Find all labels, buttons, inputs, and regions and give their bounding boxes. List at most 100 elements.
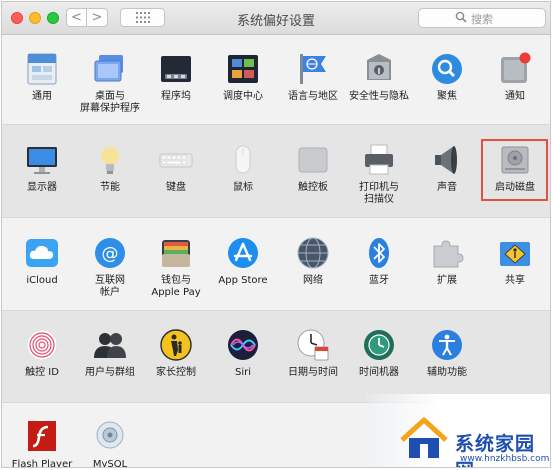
keyboard-icon <box>159 143 193 177</box>
users-groups-icon <box>93 328 127 362</box>
pref-mission-control[interactable]: 调度中心 <box>208 52 278 103</box>
pref-keyboard[interactable]: 键盘 <box>141 143 211 194</box>
pref-label: 通知 <box>505 91 525 102</box>
icloud-icon <box>25 236 59 270</box>
mouse-icon <box>226 143 260 177</box>
printers-scanners-icon <box>362 143 396 177</box>
energy-saver-icon <box>93 143 127 177</box>
pref-label: Siri <box>234 367 251 378</box>
pref-label: 打印机与 扫描仪 <box>359 182 399 205</box>
pref-bluetooth[interactable]: 蓝牙 <box>344 236 414 287</box>
pref-siri[interactable]: Siri <box>208 328 278 379</box>
watermark-url: www.hnzkhbsb.com <box>460 454 550 464</box>
pref-label: App Store <box>218 275 268 286</box>
pref-users-groups[interactable]: 用户与群组 <box>75 328 145 379</box>
pref-security-privacy[interactable]: 安全性与隐私 <box>344 52 414 103</box>
pref-label: 触控 ID <box>25 367 59 378</box>
pref-sharing[interactable]: 共享 <box>480 236 550 287</box>
pref-flash-player[interactable]: Flash Player <box>7 420 77 468</box>
pref-label: 通用 <box>32 91 52 102</box>
pref-trackpad[interactable]: 触控板 <box>278 143 348 194</box>
pref-label: 共享 <box>505 275 525 286</box>
pref-mouse[interactable]: 鼠标 <box>208 143 278 194</box>
dock-icon <box>159 52 193 86</box>
internet-accounts-icon: @ <box>93 236 127 270</box>
pref-label: 钱包与 Apple Pay <box>151 275 201 298</box>
flash-player-icon <box>25 420 59 454</box>
pref-label: MySQL <box>92 459 128 468</box>
pref-label: 安全性与隐私 <box>349 91 409 102</box>
notifications-icon <box>498 52 532 86</box>
network-icon <box>296 236 330 270</box>
pref-label: 声音 <box>437 182 457 193</box>
pref-accessibility[interactable]: 辅助功能 <box>412 328 482 379</box>
house-logo-icon <box>400 417 448 458</box>
trackpad-icon <box>296 143 330 177</box>
pref-label: iCloud <box>26 275 58 286</box>
pref-label: 程序坞 <box>161 91 191 102</box>
svg-text:@: @ <box>102 244 119 264</box>
desktop-screensaver-icon <box>93 52 127 86</box>
pref-internet-accounts[interactable]: @ 互联网 帐户 <box>75 236 145 299</box>
pref-label: 时间机器 <box>359 367 399 378</box>
extensions-icon <box>430 236 464 270</box>
sound-icon <box>430 143 464 177</box>
pref-label: 日期与时间 <box>288 367 338 378</box>
pref-extensions[interactable]: 扩展 <box>412 236 482 287</box>
search-placeholder: 搜索 <box>471 13 493 26</box>
pref-general[interactable]: 通用 <box>7 52 77 103</box>
pref-network[interactable]: 网络 <box>278 236 348 287</box>
mission-control-icon <box>226 52 260 86</box>
pref-date-time[interactable]: 日期与时间 <box>278 328 348 379</box>
pref-time-machine[interactable]: 时间机器 <box>344 328 414 379</box>
startup-disk-highlight <box>481 139 548 201</box>
time-machine-icon <box>362 328 396 362</box>
pref-sound[interactable]: 声音 <box>412 143 482 194</box>
pref-printers-scanners[interactable]: 打印机与 扫描仪 <box>344 143 414 206</box>
parental-controls-icon <box>159 328 193 362</box>
displays-icon <box>25 143 59 177</box>
app-store-icon <box>226 236 260 270</box>
pref-label: 网络 <box>303 275 323 286</box>
pref-label: 聚焦 <box>437 91 457 102</box>
general-icon <box>25 52 59 86</box>
date-time-icon <box>296 328 330 362</box>
touch-id-icon <box>25 328 59 362</box>
pref-label: 辅助功能 <box>427 367 467 378</box>
pref-desktop-screensaver[interactable]: 桌面与 屏幕保护程序 <box>75 52 145 115</box>
search-icon <box>455 11 467 23</box>
pref-dock[interactable]: 程序坞 <box>141 52 211 103</box>
bluetooth-icon <box>362 236 396 270</box>
security-privacy-icon <box>362 52 396 86</box>
title-bar: < > 系统偏好设置 搜索 <box>2 2 550 35</box>
pref-mysql[interactable]: MySQL <box>75 420 145 468</box>
pref-label: 扩展 <box>437 275 457 286</box>
sharing-icon <box>498 236 532 270</box>
pref-icloud[interactable]: iCloud <box>7 236 77 287</box>
spotlight-icon <box>430 52 464 86</box>
pref-label: 互联网 帐户 <box>95 275 125 298</box>
language-region-icon <box>296 52 330 86</box>
pref-spotlight[interactable]: 聚焦 <box>412 52 482 103</box>
pref-label: 触控板 <box>298 182 328 193</box>
pref-language-region[interactable]: 语言与地区 <box>278 52 348 103</box>
pref-label: 节能 <box>100 182 120 193</box>
mysql-icon <box>93 420 127 454</box>
pref-wallet-applepay[interactable]: 钱包与 Apple Pay <box>141 236 211 299</box>
pref-label: 桌面与 屏幕保护程序 <box>80 91 140 114</box>
pref-energy-saver[interactable]: 节能 <box>75 143 145 194</box>
accessibility-icon <box>430 328 464 362</box>
pref-label: 蓝牙 <box>369 275 389 286</box>
pref-app-store[interactable]: App Store <box>208 236 278 287</box>
search-field[interactable]: 搜索 <box>418 8 546 28</box>
pref-label: Flash Player <box>11 459 73 468</box>
pref-notifications[interactable]: 通知 <box>480 52 550 103</box>
pref-label: 调度中心 <box>223 91 263 102</box>
pref-label: 键盘 <box>166 182 186 193</box>
pref-label: 鼠标 <box>233 182 253 193</box>
pref-parental-controls[interactable]: 家长控制 <box>141 328 211 379</box>
pref-displays[interactable]: 显示器 <box>7 143 77 194</box>
pref-label: 用户与群组 <box>85 367 135 378</box>
pref-label: 语言与地区 <box>288 91 338 102</box>
pref-touch-id[interactable]: 触控 ID <box>7 328 77 379</box>
